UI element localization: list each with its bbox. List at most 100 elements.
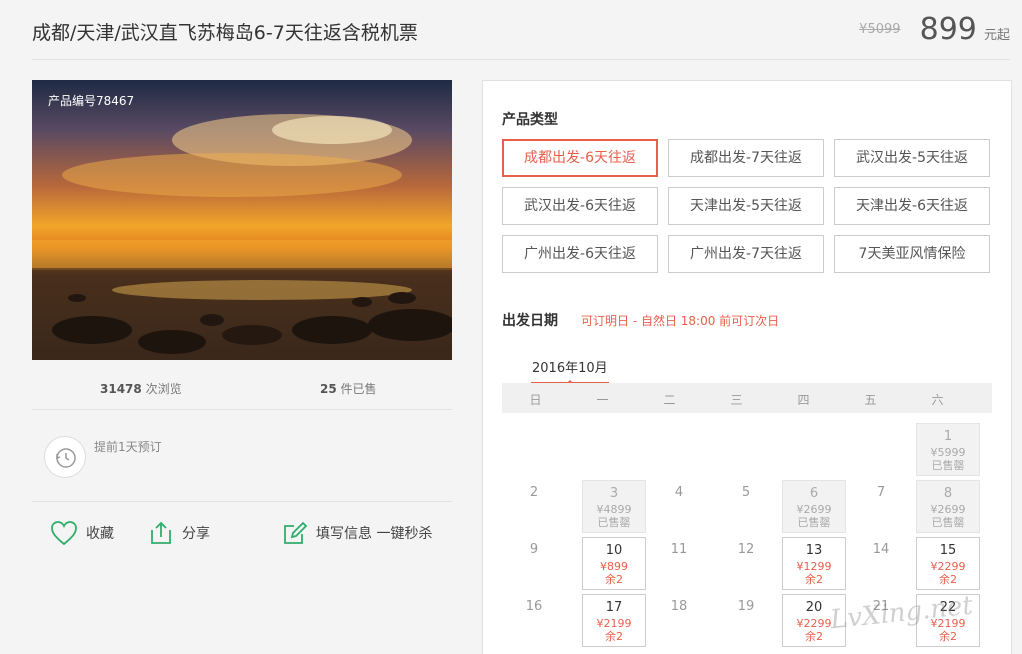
day-number: 19 [737, 599, 755, 614]
day-number: 21 [872, 599, 890, 614]
day-status: 余2 [805, 630, 823, 643]
day-number: 14 [872, 542, 890, 557]
calendar-day[interactable]: 17 ¥2199 余2 [582, 594, 646, 647]
day-status: 已售罄 [931, 516, 965, 529]
day-status: 余2 [939, 630, 957, 643]
day-status: 余2 [939, 573, 957, 586]
type-option[interactable]: 7天美亚风情保险 [834, 235, 990, 273]
day-price: ¥5999 [930, 446, 966, 459]
calendar-day: 4 [647, 480, 711, 533]
day-number: 13 [805, 543, 823, 558]
heart-icon [51, 521, 77, 546]
day-price: ¥2699 [796, 503, 832, 516]
day-status: 余2 [805, 573, 823, 586]
weekday-label: 日 [529, 393, 542, 407]
calendar-day: 19 [714, 594, 778, 647]
type-option[interactable]: 天津出发-5天往返 [668, 187, 824, 225]
type-option[interactable]: 天津出发-6天往返 [834, 187, 990, 225]
day-number: 9 [529, 542, 539, 557]
day-status: 已售罄 [931, 459, 965, 472]
advance-booking: 提前1天预订 [32, 412, 452, 502]
day-price: ¥2199 [596, 617, 632, 630]
calendar-day[interactable]: 22 ¥2199 余2 [916, 594, 980, 647]
share-label: 分享 [182, 526, 210, 542]
page-header: 成都/天津/武汉直飞苏梅岛6-7天往返含税机票 ¥5099 899 元起 [32, 0, 1010, 60]
day-status: 已售罄 [797, 516, 831, 529]
product-photo: 产品编号78467 [32, 80, 452, 360]
calendar-day: 18 [647, 594, 711, 647]
calendar-day: 14 [849, 537, 913, 590]
day-number: 15 [939, 543, 957, 558]
calendar-day[interactable]: 10 ¥899 余2 [582, 537, 646, 590]
views-label: 次浏览 [145, 382, 182, 396]
booking-panel: 产品类型 成都出发-6天往返 成都出发-7天往返 武汉出发-5天往返 武汉出发-… [482, 80, 1012, 654]
quick-fill-label: 填写信息 一键秒杀 [316, 526, 433, 542]
calendar-day: 9 [502, 537, 566, 590]
weekday-label: 五 [864, 393, 877, 407]
type-option[interactable]: 武汉出发-5天往返 [834, 139, 990, 177]
calendar-day: 11 [647, 537, 711, 590]
weekday-label: 六 [931, 393, 944, 407]
price-unit: 元起 [983, 28, 1010, 43]
day-price: ¥899 [600, 560, 628, 573]
edit-icon [284, 521, 308, 544]
calendar-day: 1 ¥5999 已售罄 [916, 423, 980, 476]
departure-date-title: 出发日期 [502, 313, 558, 329]
favorite-button[interactable]: 收藏 [50, 520, 114, 546]
favorite-label: 收藏 [86, 526, 114, 542]
day-price: ¥2199 [930, 617, 966, 630]
weekday-label: 二 [663, 393, 676, 407]
type-option[interactable]: 广州出发-6天往返 [502, 235, 658, 273]
type-option[interactable]: 成都出发-6天往返 [502, 139, 658, 177]
weekday-label: 一 [596, 393, 609, 407]
type-option[interactable]: 成都出发-7天往返 [668, 139, 824, 177]
day-status: 余2 [605, 630, 623, 643]
calendar-day: 8 ¥2699 已售罄 [916, 480, 980, 533]
views-stat: 31478 次浏览 [100, 380, 182, 397]
day-number: 22 [939, 600, 957, 615]
weekday-label: 四 [797, 393, 810, 407]
calendar-day: 2 [502, 480, 566, 533]
day-number: 12 [737, 542, 755, 557]
day-number: 1 [943, 429, 953, 444]
sold-stat: 25 件已售 [320, 380, 377, 397]
calendar-day: 7 [849, 480, 913, 533]
share-button[interactable]: 分享 [148, 520, 210, 546]
day-number: 5 [741, 485, 751, 500]
day-price: ¥1299 [796, 560, 832, 573]
day-number: 4 [674, 485, 684, 500]
weekday-label: 三 [730, 393, 743, 407]
day-number: 18 [670, 599, 688, 614]
share-icon [151, 521, 171, 544]
current-price: 899 [919, 12, 977, 47]
type-option[interactable]: 广州出发-7天往返 [668, 235, 824, 273]
product-stats: 31478 次浏览 25 件已售 [32, 366, 452, 410]
weekday-header: 日一二三四五六 [502, 383, 992, 413]
action-bar: 收藏 分享 填写信息 一键秒杀 [32, 504, 452, 564]
calendar-day: 16 [502, 594, 566, 647]
day-number: 10 [605, 543, 623, 558]
day-number: 3 [609, 486, 619, 501]
day-number: 8 [943, 486, 953, 501]
views-count: 31478 [100, 382, 142, 396]
day-number: 7 [876, 485, 886, 500]
day-price: ¥2299 [930, 560, 966, 573]
month-label: 2016年10月 [532, 361, 608, 376]
price-box: ¥5099 899 元起 [859, 12, 1010, 47]
calendar-day: 21 [849, 594, 913, 647]
product-code: 产品编号78467 [48, 94, 135, 108]
quick-fill-button[interactable]: 填写信息 一键秒杀 [282, 520, 432, 546]
month-tab[interactable]: 2016年10月 [531, 357, 609, 384]
calendar-day: 5 [714, 480, 778, 533]
clock-history-icon [44, 436, 86, 478]
day-price: ¥2299 [796, 617, 832, 630]
original-price: ¥5099 [859, 22, 901, 37]
sold-count: 25 [320, 382, 337, 396]
day-number: 2 [529, 485, 539, 500]
type-option[interactable]: 武汉出发-6天往返 [502, 187, 658, 225]
day-number: 20 [805, 600, 823, 615]
calendar-day[interactable]: 13 ¥1299 余2 [782, 537, 846, 590]
calendar-day[interactable]: 15 ¥2299 余2 [916, 537, 980, 590]
booking-cutoff-note: 可订明日 - 自然日 18:00 前可订次日 [581, 314, 780, 328]
calendar-day[interactable]: 20 ¥2299 余2 [782, 594, 846, 647]
